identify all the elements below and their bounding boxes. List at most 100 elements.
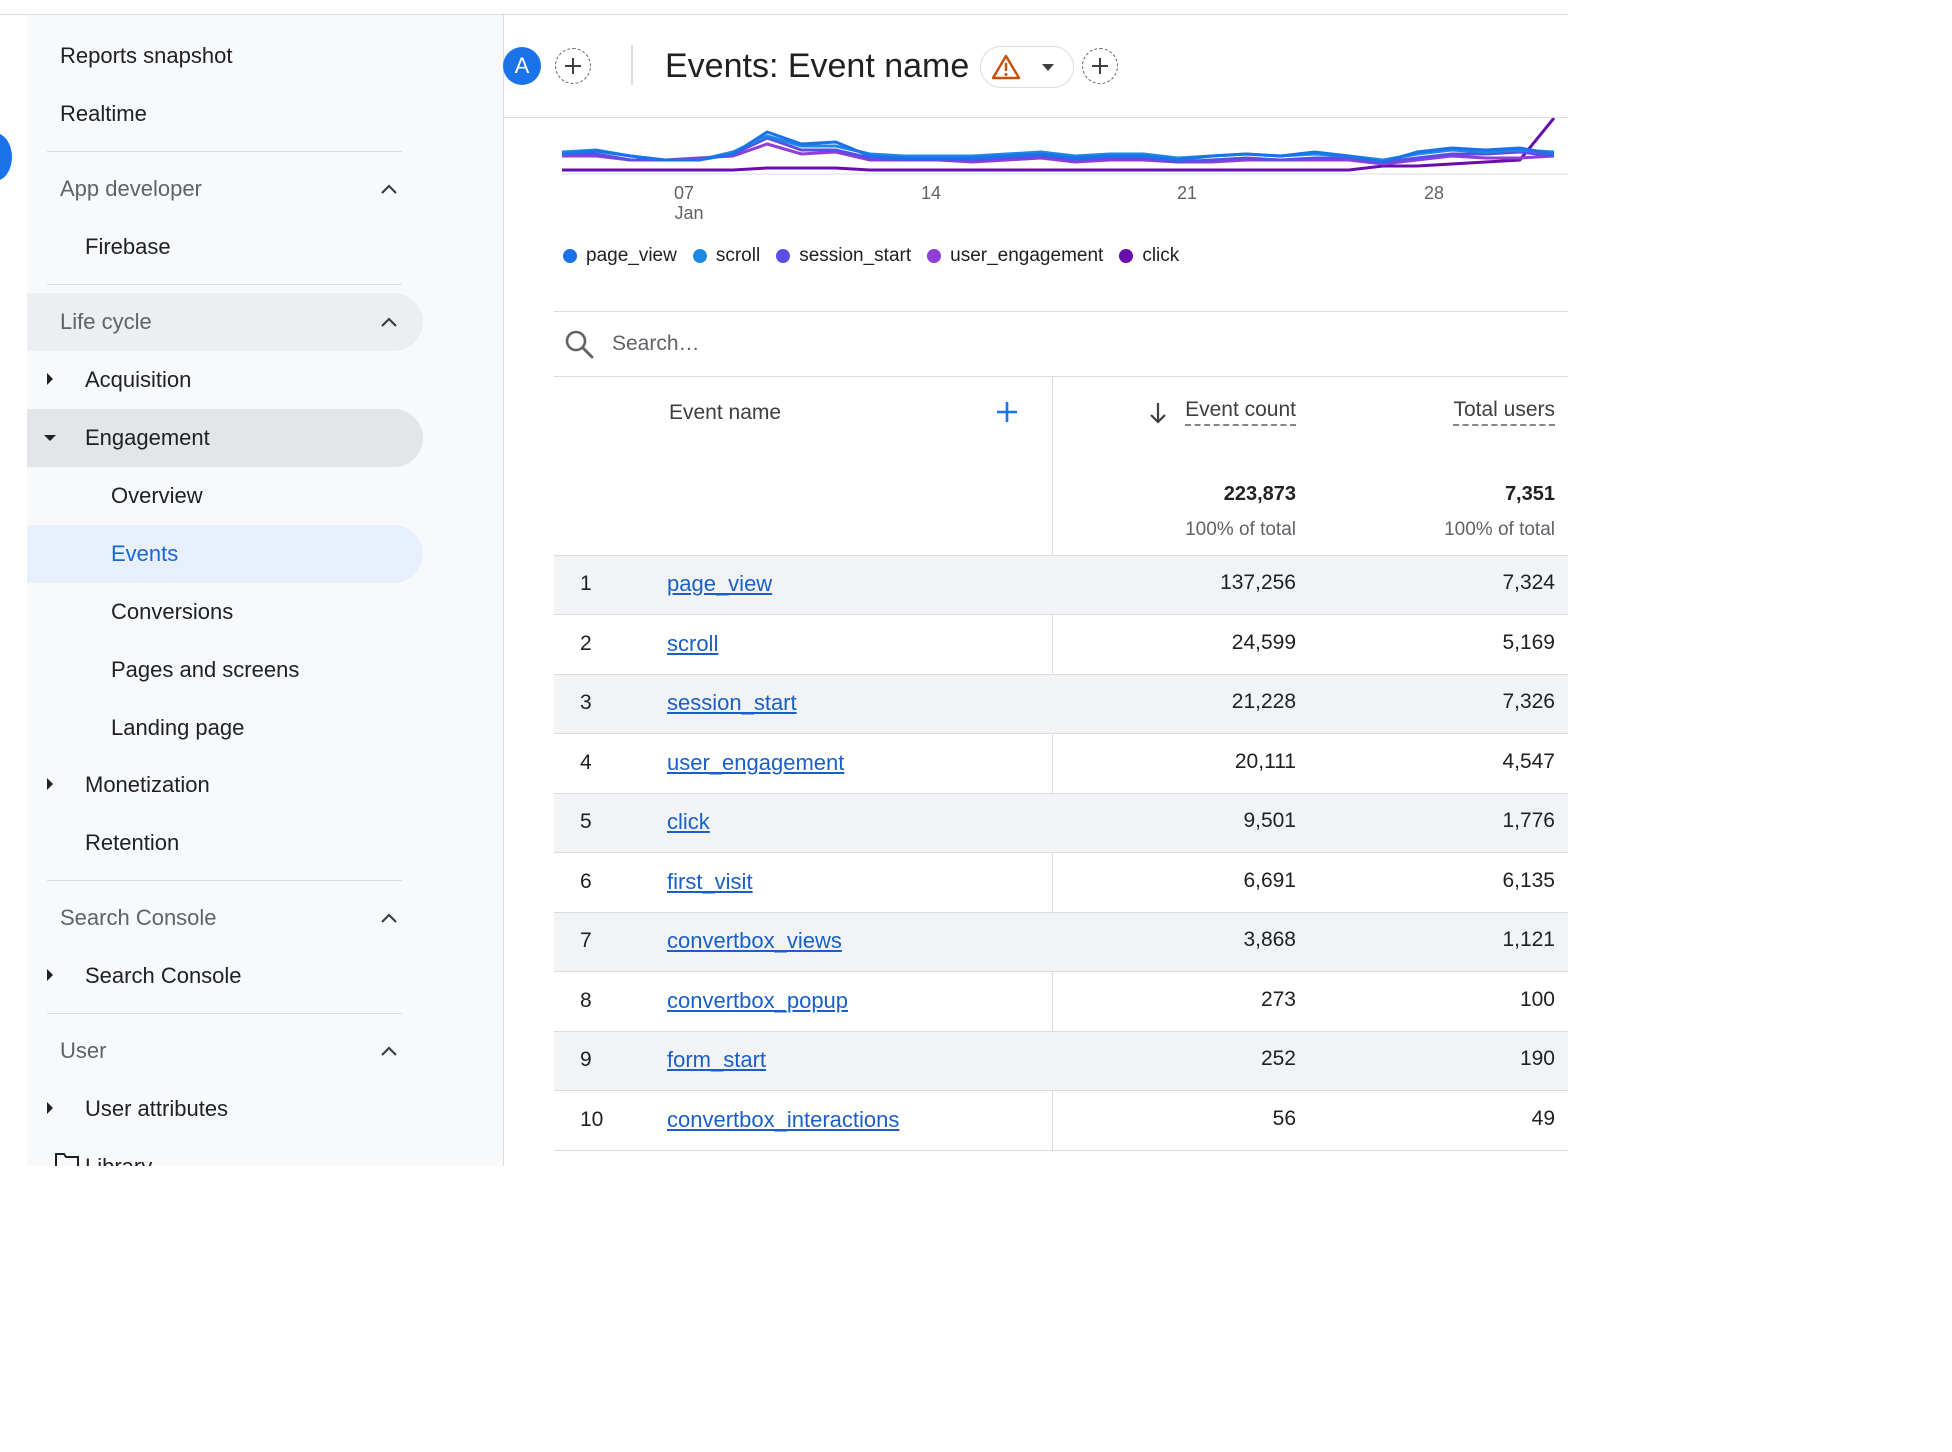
- total-users-cell: 1,121: [1502, 928, 1555, 951]
- nav-label: Reports snapshot: [60, 43, 233, 68]
- total-users-cell: 4,547: [1502, 749, 1555, 773]
- nav-reports-snapshot[interactable]: Reports snapshot: [27, 27, 423, 85]
- nav-label: Conversions: [111, 599, 234, 624]
- add-comparison-button[interactable]: [555, 48, 591, 84]
- total-users-pct: 100% of total: [1444, 519, 1555, 540]
- nav-search-console[interactable]: Search Console: [27, 947, 423, 1005]
- column-header-event-name[interactable]: Event name: [669, 401, 781, 425]
- event-count-cell: 252: [1260, 1047, 1296, 1070]
- x-tick-label: 21: [1177, 183, 1197, 203]
- nav-library[interactable]: Library: [27, 1138, 423, 1166]
- row-index: 4: [580, 750, 592, 774]
- nav-section-app-developer[interactable]: App developer: [27, 160, 423, 218]
- nav-retention[interactable]: Retention: [27, 814, 423, 872]
- nav-firebase[interactable]: Firebase: [27, 218, 423, 276]
- event-name-link[interactable]: scroll: [667, 631, 718, 657]
- row-index: 8: [580, 988, 592, 1012]
- nav-label: Search Console: [85, 963, 242, 988]
- event-name-link[interactable]: convertbox_interactions: [667, 1107, 899, 1133]
- legend-dot: [692, 249, 707, 263]
- event-count-cell: 24,599: [1231, 630, 1296, 654]
- nav-monetization[interactable]: Monetization: [27, 756, 423, 814]
- event-name-link[interactable]: first_visit: [667, 869, 753, 895]
- event-count-cell: 9,501: [1243, 809, 1296, 832]
- legend-label: click: [1142, 245, 1180, 266]
- table-row: 3 session_start 21,228 7,326: [554, 675, 1568, 734]
- legend-item[interactable]: scroll: [692, 245, 761, 267]
- nav-label: User attributes: [85, 1096, 229, 1121]
- row-index: 3: [580, 691, 592, 714]
- event-name-link[interactable]: session_start: [667, 690, 797, 716]
- event-count-cell: 21,228: [1231, 690, 1296, 713]
- x-tick-sublabel: Jan: [674, 203, 703, 223]
- row-index: 10: [580, 1107, 604, 1131]
- legend-item[interactable]: user_engagement: [927, 245, 1103, 267]
- caret-right-icon: [47, 778, 53, 790]
- legend-item[interactable]: page_view: [563, 245, 677, 267]
- event-name-link[interactable]: user_engagement: [667, 750, 844, 776]
- nav-label: Overview: [111, 483, 203, 508]
- section-label: User: [60, 1038, 107, 1063]
- nav-events[interactable]: Events: [27, 525, 423, 583]
- nav-realtime[interactable]: Realtime: [27, 85, 423, 143]
- legend-item[interactable]: session_start: [776, 245, 911, 267]
- event-name-link[interactable]: form_start: [667, 1047, 766, 1073]
- x-tick-label: 07: [674, 183, 694, 203]
- legend-label: user_engagement: [950, 245, 1104, 266]
- column-header-event-count[interactable]: Event count: [1185, 398, 1296, 426]
- total-users-count: 7,351: [1504, 483, 1555, 505]
- nav-label: Acquisition: [85, 367, 192, 392]
- sort-descending-arrow-icon[interactable]: [1148, 401, 1168, 425]
- nav-label: Firebase: [85, 234, 171, 259]
- total-event-count: 223,873: [1223, 483, 1296, 505]
- event-name-link[interactable]: click: [667, 809, 710, 835]
- nav-section-life-cycle[interactable]: Life cycle: [27, 293, 423, 351]
- section-label: App developer: [60, 176, 202, 201]
- nav-acquisition[interactable]: Acquisition: [27, 351, 423, 409]
- nav-label: Landing page: [111, 715, 245, 740]
- nav-pages-and-screens[interactable]: Pages and screens: [27, 641, 423, 699]
- event-count-cell: 273: [1260, 987, 1296, 1011]
- x-tick-label: 28: [1424, 183, 1444, 203]
- section-label: Search Console: [60, 905, 217, 930]
- plus-icon: [1092, 58, 1108, 74]
- nav-conversions[interactable]: Conversions: [27, 583, 423, 641]
- rail-active-indicator[interactable]: [0, 133, 12, 181]
- event-name-link[interactable]: convertbox_popup: [667, 988, 848, 1014]
- legend-item[interactable]: click: [1119, 245, 1179, 267]
- dropdown-arrow-icon: [1042, 64, 1054, 71]
- add-dimension-plus-icon[interactable]: [993, 398, 1021, 426]
- row-index: 7: [580, 929, 592, 952]
- top-bar: [0, 0, 1568, 15]
- table-row: 7 convertbox_views 3,868 1,121: [554, 913, 1568, 972]
- caret-right-icon: [47, 969, 53, 981]
- nav-landing-page[interactable]: Landing page: [27, 699, 423, 757]
- table-row: 4 user_engagement 20,111 4,547: [554, 735, 1568, 794]
- nav-section-user[interactable]: User: [27, 1022, 423, 1080]
- nav-user-attributes[interactable]: User attributes: [27, 1080, 423, 1138]
- nav-label: Monetization: [85, 772, 210, 797]
- column-header-total-users[interactable]: Total users: [1453, 398, 1555, 426]
- event-count-cell: 6,691: [1243, 868, 1296, 892]
- total-users-cell: 7,326: [1502, 690, 1555, 713]
- nav-overview[interactable]: Overview: [27, 467, 423, 525]
- event-count-cell: 3,868: [1243, 928, 1296, 951]
- event-name-link[interactable]: page_view: [667, 571, 772, 597]
- add-filter-button[interactable]: [1082, 48, 1118, 84]
- data-quality-dropdown[interactable]: [980, 46, 1074, 88]
- nav-section-search-console[interactable]: Search Console: [27, 889, 423, 947]
- nav-engagement[interactable]: Engagement: [27, 409, 423, 467]
- table-row: 1 page_view 137,256 7,324: [554, 556, 1568, 615]
- search-icon: [565, 330, 594, 359]
- search-input[interactable]: [610, 326, 1214, 362]
- comparison-avatar[interactable]: A: [503, 47, 541, 85]
- table-row: 5 click 9,501 1,776: [554, 794, 1568, 853]
- table-row: 2 scroll 24,599 5,169: [554, 616, 1568, 675]
- caret-right-icon: [47, 373, 53, 385]
- nav-label: Pages and screens: [111, 657, 300, 682]
- chevron-up-icon: [381, 184, 397, 194]
- total-users-cell: 100: [1519, 987, 1555, 1011]
- table-row: 9 form_start 252 190: [554, 1032, 1568, 1091]
- legend-label: scroll: [715, 245, 761, 266]
- event-name-link[interactable]: convertbox_views: [667, 928, 842, 954]
